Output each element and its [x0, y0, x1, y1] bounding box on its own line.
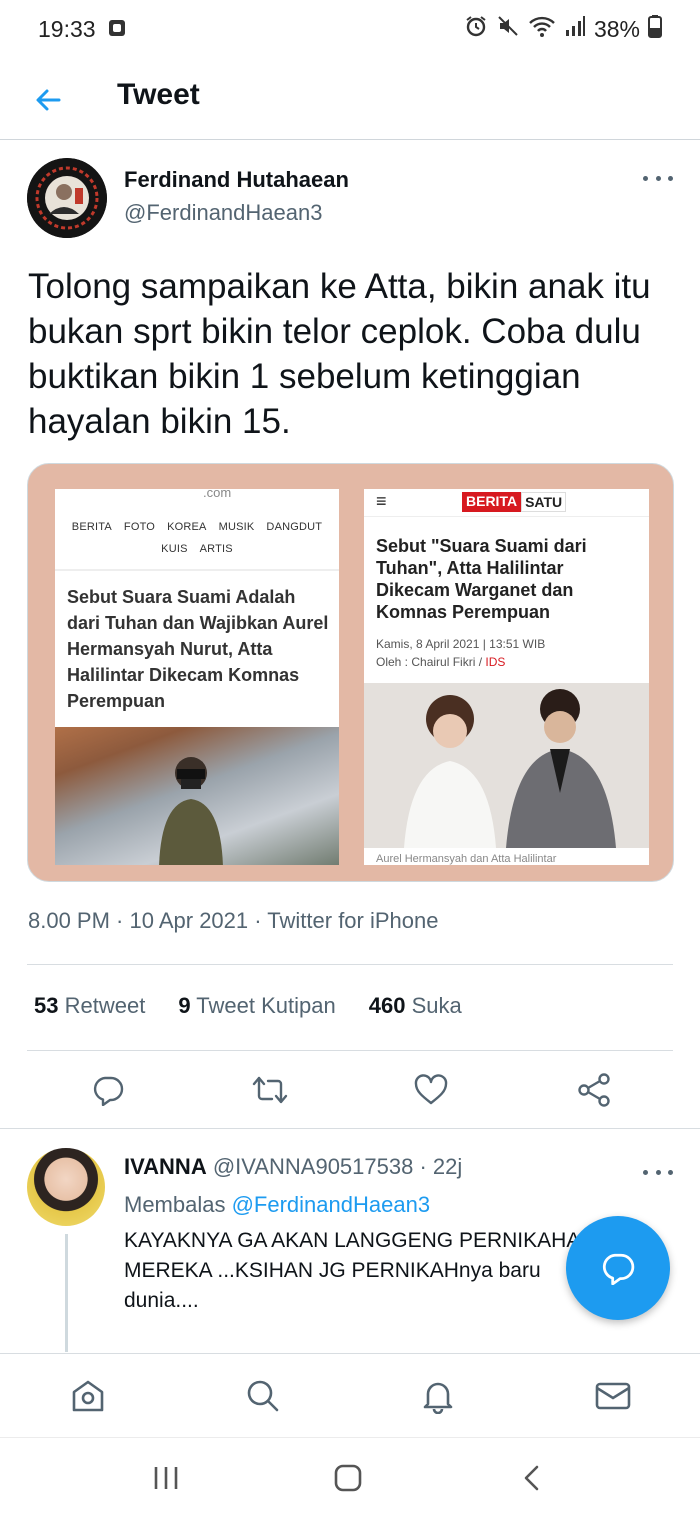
battery-percent: 38%: [593, 15, 640, 42]
left-card-nav-item: KUIS: [161, 543, 188, 555]
reply-author-name[interactable]: IVANNA: [124, 1154, 207, 1179]
more-options-button[interactable]: [643, 168, 673, 188]
divider: [27, 1050, 673, 1051]
status-time: 19:33: [38, 15, 96, 42]
screenshot-icon: [108, 16, 126, 43]
avatar[interactable]: [27, 158, 107, 238]
status-bar: 19:33 38%: [0, 0, 700, 58]
alarm-icon: [464, 14, 488, 44]
system-navigation: [0, 1437, 700, 1517]
heart-icon: [414, 1074, 448, 1105]
avatar[interactable]: [27, 1148, 105, 1226]
recent-apps-button[interactable]: [146, 1460, 186, 1496]
left-card-logo: .com: [203, 489, 232, 500]
back-button[interactable]: [30, 82, 66, 118]
more-icon: [643, 175, 648, 181]
retweet-count-link[interactable]: 53 Retweet: [34, 993, 145, 1019]
left-card-nav-item: DANGDUT: [266, 521, 323, 533]
tweet-timestamp: 8.00 PM · 10 Apr 2021 · Twitter for iPho…: [28, 908, 439, 933]
system-back-button[interactable]: [512, 1460, 552, 1496]
nav-home[interactable]: [66, 1374, 110, 1418]
share-icon: [578, 1073, 610, 1107]
like-button[interactable]: [409, 1068, 453, 1112]
reply-handle-time: @IVANNA90517538 · 22j: [212, 1154, 463, 1179]
more-options-button[interactable]: [643, 1162, 673, 1182]
arrow-left-icon: [36, 89, 61, 111]
left-card-nav-item: BERITA: [71, 521, 112, 533]
right-card-date: Kamis, 8 April 2021 | 13:51 WIB: [376, 637, 546, 651]
more-icon: [643, 1169, 648, 1175]
tweet-stats: 53 Retweet 9 Tweet Kutipan 460 Suka: [34, 993, 462, 1019]
divider: [55, 569, 339, 571]
media-left-card: .com BERITA FOTO KOREA MUSIK DANGDUT KUI…: [55, 489, 339, 865]
divider: [0, 1128, 700, 1129]
divider: [27, 964, 673, 965]
bottom-navigation: [0, 1353, 700, 1437]
retweet-icon: [252, 1076, 288, 1104]
like-count-link[interactable]: 460 Suka: [369, 993, 462, 1019]
compose-reply-button[interactable]: [566, 1216, 670, 1320]
mail-icon: [595, 1382, 631, 1410]
logo-part-berita: BERITA: [462, 492, 522, 512]
left-card-nav-item: KOREA: [167, 521, 207, 533]
tweet-text: Tolong sampaikan ke Atta, bikin anak itu…: [28, 267, 651, 441]
right-card-author: Oleh : Chairul Fikri / IDS: [376, 655, 506, 669]
share-button[interactable]: [572, 1068, 616, 1112]
right-card-photo: [364, 683, 649, 848]
right-card-caption: Aurel Hermansyah dan Atta Halilintar: [376, 853, 557, 865]
logo-part-satu: SATU: [521, 492, 567, 512]
nav-notifications[interactable]: [416, 1374, 460, 1418]
chevron-left-icon: [524, 1465, 539, 1491]
reply-icon: [93, 1076, 124, 1106]
replying-to-link[interactable]: @FerdinandHaean3: [232, 1192, 430, 1217]
bell-icon: [423, 1382, 453, 1414]
reply-header: IVANNA @IVANNA90517538 · 22j: [124, 1154, 462, 1180]
home-icon: [72, 1380, 104, 1412]
menu-icon: ≡: [376, 491, 387, 511]
recent-apps-icon: [154, 1467, 178, 1489]
nav-messages[interactable]: [591, 1374, 635, 1418]
replying-to: Membalas @FerdinandHaean3: [124, 1192, 431, 1217]
right-card-headline: Sebut "Suara Suami dari Tuhan", Atta Hal…: [376, 536, 587, 622]
right-card-meta: Kamis, 8 April 2021 | 13:51 WIB Oleh : C…: [376, 635, 545, 671]
reply-button[interactable]: [86, 1068, 130, 1112]
reply-bubble-icon: [602, 1253, 635, 1285]
person-photo-icon: [159, 757, 223, 865]
author-name[interactable]: Ferdinand Hutahaean: [124, 167, 349, 193]
mute-icon: [496, 14, 520, 44]
page-title: Tweet: [117, 78, 200, 111]
beritasatu-logo: BERITA SATU: [462, 492, 567, 512]
wifi-icon: [528, 14, 556, 44]
thread-line: [65, 1234, 68, 1352]
tweet-actions: [0, 1068, 700, 1112]
signal-icon: [564, 15, 586, 43]
tweet-author: Ferdinand Hutahaean @FerdinandHaean3: [27, 158, 673, 238]
left-card-nav-item: ARTIS: [199, 543, 233, 555]
left-card-nav-item: FOTO: [123, 521, 156, 533]
quote-count-link[interactable]: 9 Tweet Kutipan: [178, 993, 335, 1019]
tweet-media[interactable]: .com BERITA FOTO KOREA MUSIK DANGDUT KUI…: [27, 463, 674, 882]
search-icon: [247, 1380, 279, 1412]
left-card-nav-item: MUSIK: [218, 521, 255, 533]
media-right-card: ≡ BERITA SATU Sebut "Suara Suami dari Tuh…: [364, 489, 649, 865]
right-card-topbar: ≡ BERITA SATU: [364, 489, 649, 517]
left-card-nav: BERITA FOTO KOREA MUSIK DANGDUT KUIS ART…: [55, 521, 339, 555]
battery-icon: [648, 14, 662, 44]
retweet-button[interactable]: [248, 1068, 292, 1112]
home-button[interactable]: [328, 1460, 368, 1496]
home-square-icon: [334, 1464, 362, 1492]
app-header: Tweet: [0, 58, 700, 140]
left-card-headline: Sebut Suara Suami Adalah dari Tuhan dan …: [67, 587, 329, 711]
nav-search[interactable]: [241, 1374, 285, 1418]
author-handle[interactable]: @FerdinandHaean3: [124, 200, 322, 226]
